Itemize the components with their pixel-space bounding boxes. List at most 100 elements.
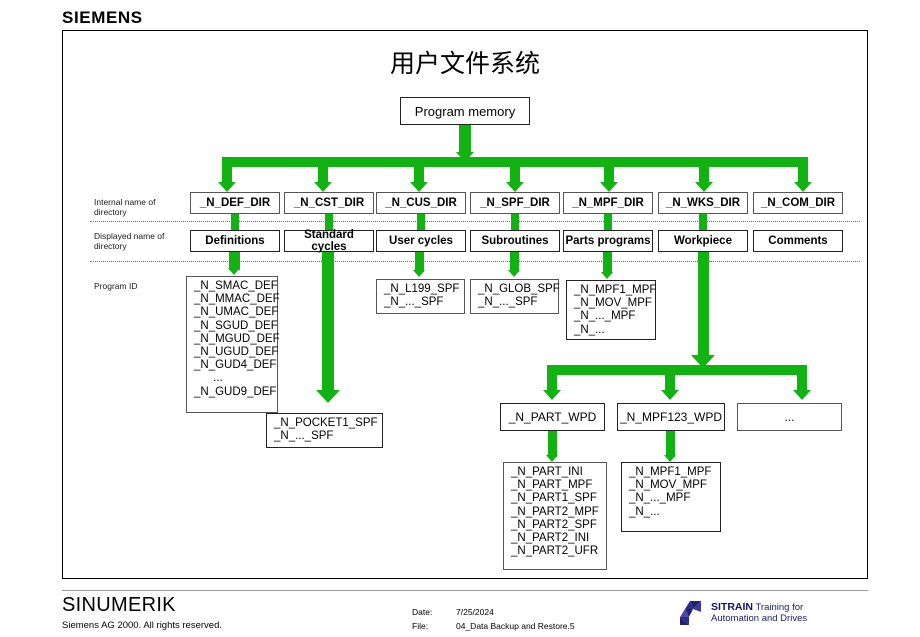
siemens-logo: SIEMENS <box>62 8 143 27</box>
footer-divider <box>62 590 868 591</box>
programid-box-cst[interactable]: _N_POCKET1_SPF _N_..._SPF <box>266 413 383 448</box>
program-memory-box[interactable]: Program memory <box>400 97 530 125</box>
internal-dir-box-spf[interactable]: _N_SPF_DIR <box>470 192 560 214</box>
programid-cus-line-1: _N_..._SPF <box>384 296 444 309</box>
drop-stem-2 <box>414 157 424 184</box>
programid-box-def[interactable]: _N_SMAC_DEF _N_MMAC_DEF _N_UMAC_DEF _N_S… <box>186 276 280 413</box>
sitrain-line2: Automation and Drives <box>711 613 808 624</box>
footer-copyright: Siemens AG 2000. All rights reserved. <box>62 620 222 631</box>
programid-box-cus[interactable]: _N_L199_SPF _N_..._SPF <box>376 279 465 314</box>
workpiece-stem-0 <box>547 365 557 392</box>
programid-box-spf[interactable]: _N_GLOB_SPF _N_..._SPF <box>470 279 560 314</box>
row-label-displayed-name: Displayed name of directory <box>94 231 174 251</box>
footer-date-row: Date: 7/25/2024 <box>412 607 575 619</box>
link-mpf-to-programid-arrowhead <box>601 272 613 279</box>
link-cst-to-pocket <box>322 252 334 392</box>
link-cus-row1-row2 <box>417 214 425 230</box>
link-wks-to-workpiece-bus-arrowhead <box>691 355 715 368</box>
sitrain-logo-block: SITRAIN Training for Automation and Driv… <box>676 600 807 626</box>
footer-file-value: 04_Data Backup and Restore.5 <box>456 620 575 631</box>
sitrain-brand: SITRAIN <box>711 600 753 613</box>
displayed-dir-box-cst[interactable]: Standard cycles <box>284 229 374 253</box>
drop-stem-3 <box>510 157 520 184</box>
drop-stem-4 <box>604 157 614 184</box>
programid-box-mpf[interactable]: _N_MPF1_MPF _N_MOV_MPF _N_..._MPF _N_... <box>566 280 656 340</box>
footer-file-row: File: 04_Data Backup and Restore.5 <box>412 621 575 633</box>
displayed-dir-box-wks[interactable]: Workpiece <box>658 230 748 252</box>
sitrain-text: SITRAIN Training for Automation and Driv… <box>711 600 808 625</box>
internal-dir-box-com[interactable]: _N_COM_DIR <box>753 192 843 214</box>
link-spf-row1-row2 <box>511 214 519 230</box>
root-connector-arrowhead <box>456 152 474 162</box>
footer-meta-table: Date: 7/25/2024 File: 04_Data Backup and… <box>410 605 577 634</box>
programid-def-line-2: _N_UMAC_DEF <box>194 306 279 319</box>
internal-dir-box-cst[interactable]: _N_CST_DIR <box>284 192 374 214</box>
displayed-dir-box-def[interactable]: Definitions <box>190 230 280 252</box>
workpiece-bus <box>547 365 807 375</box>
link-part-to-contents <box>548 431 557 457</box>
displayed-dir-box-cus[interactable]: User cycles <box>376 230 466 252</box>
wp-part-line-6: _N_PART2_UFR <box>511 545 599 558</box>
drop-arrowhead-5 <box>695 182 713 192</box>
displayed-dir-box-com[interactable]: Comments <box>753 230 843 252</box>
internal-dir-box-def[interactable]: _N_DEF_DIR <box>190 192 280 214</box>
sitrain-line1: SITRAIN Training for <box>711 600 807 614</box>
programid-def-line-7: ... <box>194 372 223 385</box>
workpiece-contents-mpf123[interactable]: _N_MPF1_MPF _N_MOV_MPF _N_..._MPF _N_... <box>621 462 721 532</box>
programid-def-line-0: _N_SMAC_DEF <box>194 280 278 292</box>
drop-arrowhead-6 <box>794 182 812 192</box>
programid-def-line-5: _N_UGUD_DEF <box>194 346 279 359</box>
wp-part-line-3: _N_PART2_MPF <box>511 505 599 518</box>
wp-mpf123-line-3: _N_... <box>629 505 660 518</box>
footer-date-key: Date: <box>412 607 433 617</box>
footer-file-key: File: <box>412 620 429 631</box>
internal-dir-box-cus[interactable]: _N_CUS_DIR <box>376 192 466 214</box>
workpiece-arrowhead-0 <box>543 390 561 400</box>
programid-mpf-line-3: _N_... <box>574 323 605 336</box>
row-label-displayed-name-line1: Displayed name of <box>94 231 165 241</box>
drop-arrowhead-3 <box>506 182 524 192</box>
sitrain-pinwheel-icon <box>680 601 701 625</box>
displayed-dir-box-mpf[interactable]: Parts programs <box>563 230 653 252</box>
programid-cus-line-0: _N_L199_SPF <box>384 283 460 295</box>
displayed-dir-box-spf[interactable]: Subroutines <box>470 230 560 252</box>
footer-product-name: SINUMERIK <box>62 594 176 616</box>
wp-part-line-1: _N_PART_MPF <box>511 479 593 492</box>
programid-mpf-line-2: _N_..._MPF <box>574 310 636 323</box>
programid-mpf-line-1: _N_MOV_MPF <box>574 297 652 310</box>
wp-part-line-5: _N_PART2_INI <box>511 532 590 545</box>
wp-mpf123-line-2: _N_..._MPF <box>629 492 691 505</box>
root-connector-stem <box>459 125 471 155</box>
programid-def-line-1: _N_MMAC_DEF <box>194 293 280 306</box>
workpiece-stem-1 <box>665 365 675 392</box>
internal-dir-box-mpf[interactable]: _N_MPF_DIR <box>563 192 653 214</box>
drop-arrowhead-0 <box>218 182 236 192</box>
link-cus-to-programid <box>415 252 424 272</box>
drop-stem-0 <box>222 157 232 184</box>
workpiece-box-part[interactable]: _N_PART_WPD <box>500 403 605 431</box>
workpiece-box-mpf123[interactable]: _N_MPF123_WPD <box>617 403 725 431</box>
internal-dir-box-wks[interactable]: _N_WKS_DIR <box>658 192 748 214</box>
link-part-to-contents-arrowhead <box>546 455 558 462</box>
row-label-displayed-name-line2: directory <box>94 241 127 251</box>
wp-part-line-4: _N_PART2_SPF <box>511 518 597 531</box>
link-mpf123-to-contents <box>666 431 675 457</box>
wp-part-line-0: _N_PART_INI <box>511 466 583 478</box>
row-label-internal-name: Internal name of directory <box>94 197 174 217</box>
footer-date-value: 7/25/2024 <box>456 607 494 617</box>
drop-arrowhead-1 <box>314 182 332 192</box>
link-cst-to-pocket-arrowhead <box>316 390 340 403</box>
workpiece-arrowhead-2 <box>793 390 811 400</box>
link-cst-row1-row2 <box>325 214 333 230</box>
programid-def-line-8: _N_GUD9_DEF <box>194 385 277 398</box>
workpiece-box-ellipsis[interactable]: ... <box>737 403 842 431</box>
workpiece-contents-part[interactable]: _N_PART_INI _N_PART_MPF _N_PART1_SPF _N_… <box>503 462 607 570</box>
row-separator-2 <box>90 261 860 262</box>
workpiece-stem-2 <box>797 365 807 392</box>
slide-title: 用户文件系统 <box>389 49 540 78</box>
link-spf-to-programid-arrowhead <box>508 270 520 277</box>
link-def-row1-row2 <box>231 214 239 230</box>
row-label-program-id-line1: Program ID <box>94 281 138 291</box>
drop-stem-1 <box>318 157 328 184</box>
programid-def-line-6: _N_GUD4_DEF <box>194 359 277 372</box>
